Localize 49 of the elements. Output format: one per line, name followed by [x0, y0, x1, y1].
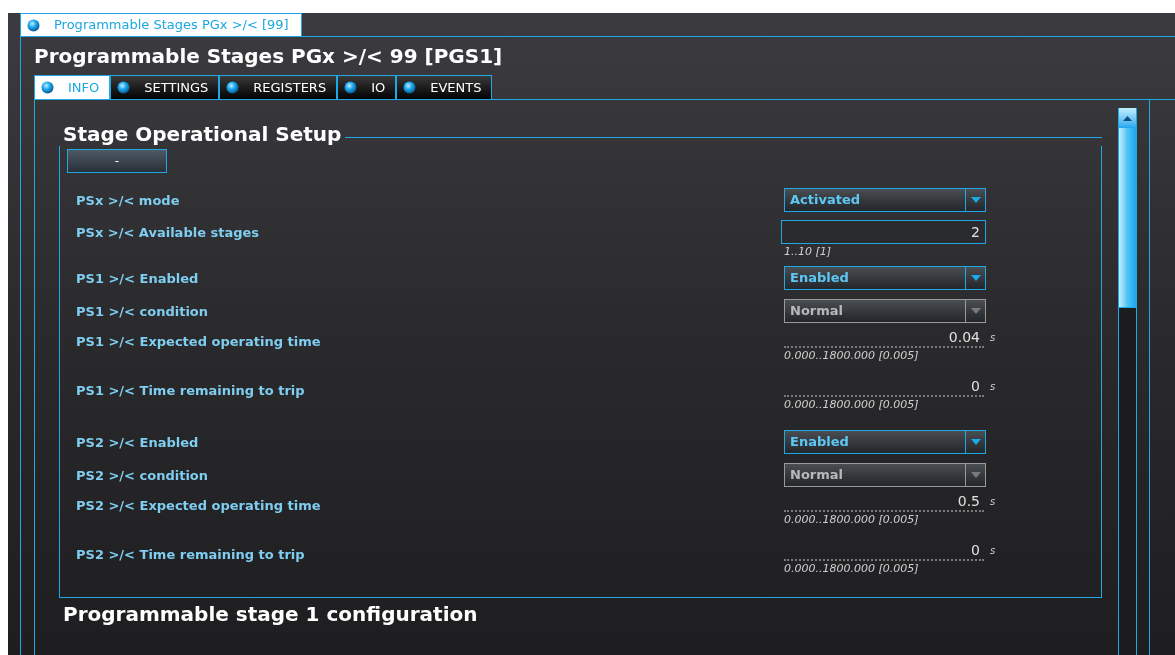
- field-label: PS1 >/< condition: [76, 303, 209, 319]
- caret-icon: [970, 307, 981, 314]
- dropdown[interactable]: Enabled: [784, 265, 986, 290]
- tab[interactable]: SETTINGS: [110, 75, 220, 100]
- status-orb-icon: [403, 81, 417, 94]
- status-orb-icon: [117, 81, 131, 94]
- field-label: PS1 >/< Enabled: [76, 270, 199, 286]
- status-orb-icon: [27, 18, 40, 32]
- range-hint: 0.000..1800.000 [0.005]: [784, 561, 920, 576]
- unit-label: s: [990, 331, 996, 345]
- value-readout: 0: [784, 378, 984, 397]
- value-readout: 0: [784, 542, 984, 561]
- section-title: Programmable stage 1 configuration: [62, 602, 479, 626]
- range-hint: 0.000..1800.000 [0.005]: [784, 397, 920, 412]
- status-orb-icon: [226, 81, 240, 94]
- value-readout: 0.5: [784, 493, 984, 512]
- range-hint: 0.000..1800.000 [0.005]: [784, 348, 920, 363]
- field-label: PS2 >/< Enabled: [76, 434, 199, 450]
- field-label: PS2 >/< Expected operating time: [76, 498, 321, 513]
- status-orb-icon: [41, 81, 54, 94]
- caret-icon: [970, 196, 981, 203]
- unit-label: s: [990, 544, 996, 558]
- unit-label: s: [990, 380, 996, 394]
- field-label: PS1 >/< Time remaining to trip: [76, 383, 305, 398]
- dropdown[interactable]: Activated: [784, 187, 986, 212]
- dropdown[interactable]: Enabled: [784, 429, 986, 454]
- range-hint: 0.000..1800.000 [0.005]: [784, 512, 920, 527]
- scrollbar[interactable]: [1118, 108, 1137, 655]
- collapse-button[interactable]: -: [67, 149, 167, 173]
- tab[interactable]: EVENTS: [396, 75, 493, 100]
- field-label: PSx >/< Available stages: [76, 225, 260, 240]
- tab[interactable]: REGISTERS: [219, 75, 338, 100]
- number-input[interactable]: 2: [781, 220, 986, 244]
- field-label: PSx >/< mode: [76, 192, 180, 208]
- page-title: Programmable Stages PGx >/< 99 [PGS1]: [34, 43, 504, 70]
- up-arrow-icon: [1123, 115, 1132, 121]
- unit-label: s: [990, 495, 996, 509]
- caret-icon: [970, 471, 981, 478]
- caret-icon: [970, 438, 981, 445]
- field-label: PS2 >/< Time remaining to trip: [76, 547, 305, 562]
- field-label: PS2 >/< condition: [76, 467, 209, 483]
- section-title: Stage Operational Setup: [62, 122, 343, 146]
- value-readout: 0.04: [784, 329, 984, 348]
- range-hint: 1..10 [1]: [784, 244, 833, 259]
- tab[interactable]: IO: [337, 75, 397, 100]
- caret-icon: [970, 274, 981, 281]
- field-label: PS1 >/< Expected operating time: [76, 334, 321, 349]
- scrollbar-thumb[interactable]: [1119, 128, 1136, 308]
- status-orb-icon: [344, 81, 358, 94]
